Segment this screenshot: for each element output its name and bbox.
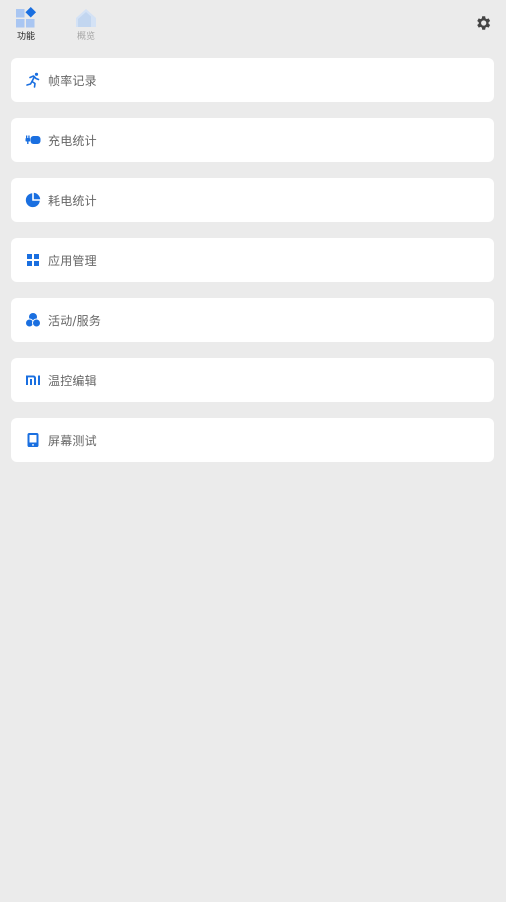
menu-item-charging-stats[interactable]: 充电统计 (11, 118, 494, 162)
menu-item-power-stats[interactable]: 耗电统计 (11, 178, 494, 222)
feature-menu: 帧率记录 充电统计 耗电统计 应用管理 活动/服务 温控编辑 屏幕测试 (11, 58, 494, 478)
tab-overview-label: 概览 (76, 32, 95, 42)
top-bar: 功能 概览 (0, 0, 506, 48)
menu-item-frame-rate[interactable]: 帧率记录 (11, 58, 494, 102)
menu-item-app-management[interactable]: 应用管理 (11, 238, 494, 282)
menu-item-label: 充电统计 (48, 133, 97, 148)
tab-functions[interactable]: 功能 (6, 6, 46, 43)
menu-item-label: 温控编辑 (48, 373, 97, 388)
menu-item-label: 屏幕测试 (48, 433, 97, 448)
functions-icon (16, 6, 37, 28)
running-person-icon (25, 72, 41, 88)
menu-item-label: 活动/服务 (48, 313, 102, 328)
menu-item-thermal-edit[interactable]: 温控编辑 (11, 358, 494, 402)
gear-icon[interactable] (474, 14, 492, 32)
tab-overview[interactable]: 概览 (66, 6, 106, 43)
mi-logo-icon (25, 372, 41, 388)
circles-cluster-icon (25, 312, 41, 328)
menu-item-label: 耗电统计 (48, 193, 97, 208)
phone-screen-icon (25, 432, 41, 448)
tab-functions-label: 功能 (16, 32, 35, 42)
app-grid-icon (25, 252, 41, 268)
overview-home-icon (76, 9, 96, 27)
charging-plug-icon (25, 132, 41, 148)
menu-item-label: 帧率记录 (48, 73, 97, 88)
pie-chart-icon (25, 192, 41, 208)
menu-item-label: 应用管理 (48, 253, 97, 268)
menu-item-activity-service[interactable]: 活动/服务 (11, 298, 494, 342)
menu-item-screen-test[interactable]: 屏幕测试 (11, 418, 494, 462)
